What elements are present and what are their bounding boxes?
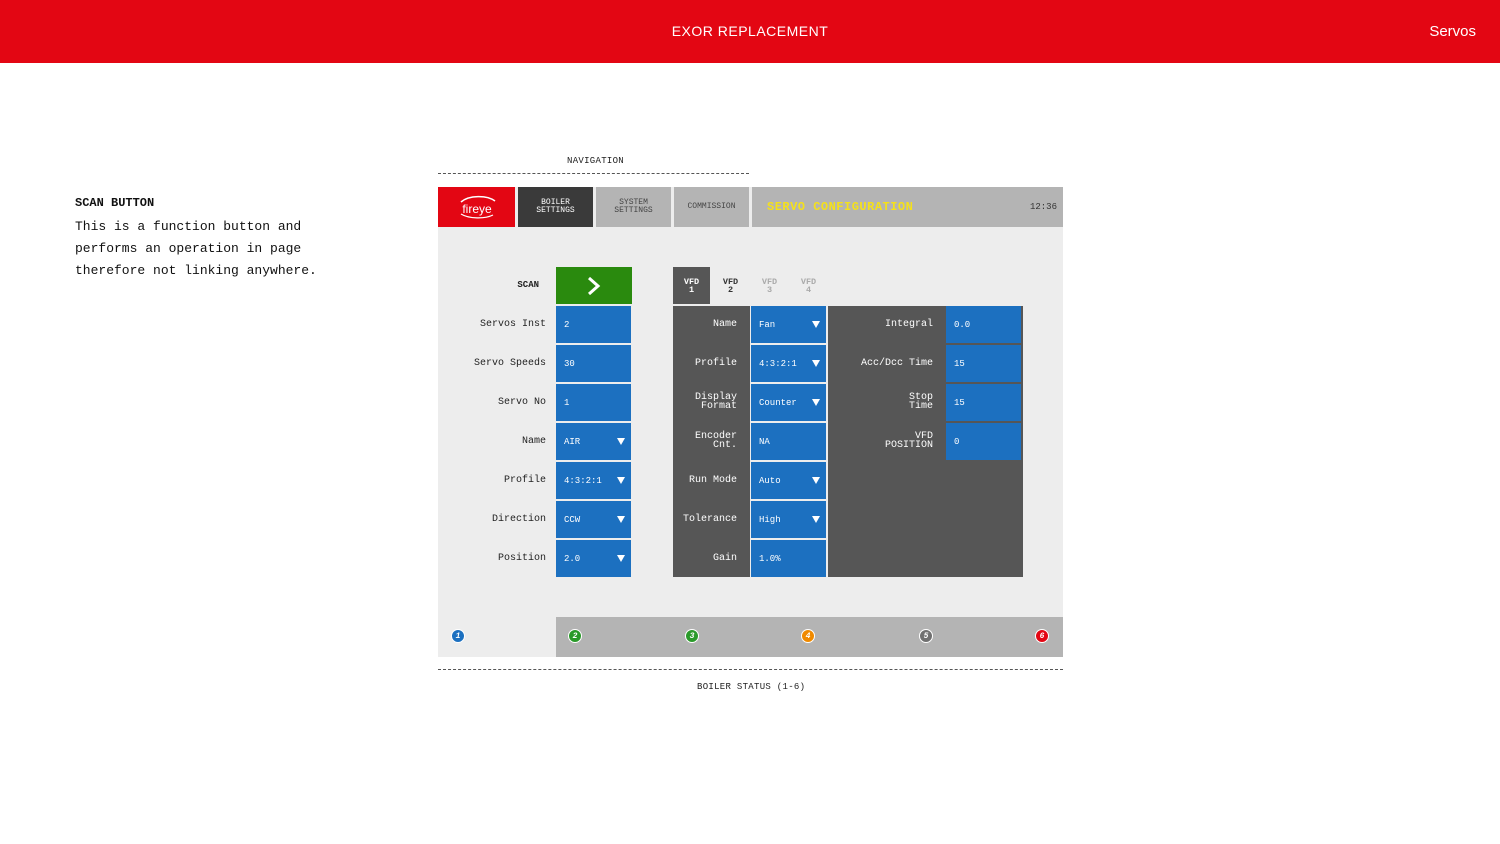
boiler-status-divider (438, 669, 1063, 670)
dropdown-arrow-icon (617, 555, 625, 562)
section-name: Servos (1429, 23, 1476, 40)
nav-system-settings[interactable]: SYSTEM SETTINGS (596, 187, 671, 227)
annotation-body: This is a function button and performs a… (75, 219, 317, 278)
boiler-status-5[interactable]: 5 (919, 629, 933, 643)
vfd-field-name[interactable]: Fan (751, 306, 826, 343)
fireye-logo-icon: fireye (459, 195, 495, 219)
vfd-field-label: Display Format (694, 392, 737, 412)
boiler-status-1[interactable]: 1 (451, 629, 465, 643)
dropdown-arrow-icon (617, 477, 625, 484)
navigation-divider (438, 173, 749, 174)
vfd-field-value: 4:3:2:1 (759, 358, 797, 369)
vfd-field-profile[interactable]: 4:3:2:1 (751, 345, 826, 382)
vfd-tab-3[interactable]: VFD 3 (751, 267, 788, 304)
boiler-status-4[interactable]: 4 (801, 629, 815, 643)
dropdown-arrow-icon (812, 321, 820, 328)
servo-field-servo-no[interactable]: 1 (556, 384, 631, 421)
page-title: EXOR REPLACEMENT (671, 23, 829, 39)
dropdown-arrow-icon (617, 438, 625, 445)
vfd-field-encoder-cnt[interactable]: NA (751, 423, 826, 460)
vfd-field-stop-time[interactable]: 15 (946, 384, 1021, 421)
nav-boiler-settings[interactable]: BOILER SETTINGS (518, 187, 593, 227)
vfd-tab-1[interactable]: VFD 1 (673, 267, 710, 304)
servo-field-value: 1 (564, 397, 570, 408)
vfd-field-label: Gain (712, 553, 737, 564)
boiler-status-2[interactable]: 2 (568, 629, 582, 643)
vfd-field-label: VFD POSITION (884, 431, 933, 451)
navigation-caption: NAVIGATION (567, 156, 625, 166)
vfd-field-value: 15 (954, 358, 965, 369)
servo-field-name[interactable]: AIR (556, 423, 631, 460)
top-header-bar: EXOR REPLACEMENT Servos (0, 0, 1500, 63)
servo-field-value: 2.0 (564, 553, 581, 564)
vfd-field-label: Name (712, 319, 737, 330)
servo-field-servos-inst[interactable]: 2 (556, 306, 631, 343)
vfd-field-label: Stop Time (908, 392, 933, 412)
servo-field-position[interactable]: 2.0 (556, 540, 631, 577)
vfd-tab-4[interactable]: VFD 4 (790, 267, 827, 304)
servo-field-label: Servo No (497, 397, 546, 408)
vfd-field-value: 0 (954, 436, 960, 447)
servo-field-value: 4:3:2:1 (564, 475, 602, 486)
servo-field-label: Position (497, 553, 546, 564)
boiler-status-caption: BOILER STATUS (1-6) (697, 682, 806, 692)
vfd-field-label: Profile (694, 358, 737, 369)
scan-label: SCAN (517, 280, 539, 290)
vfd-field-acc-dcc-time[interactable]: 15 (946, 345, 1021, 382)
vfd-field-value: NA (759, 436, 770, 447)
vfd-field-display-format[interactable]: Counter (751, 384, 826, 421)
servo-field-value: 30 (564, 358, 575, 369)
svg-text:fireye: fireye (462, 202, 492, 216)
vfd-tab-2[interactable]: VFD 2 (712, 267, 749, 304)
servo-field-label: Name (521, 436, 546, 447)
boiler-status-6[interactable]: 6 (1035, 629, 1049, 643)
clock: 12:36 (1029, 202, 1057, 212)
dropdown-arrow-icon (617, 516, 625, 523)
vfd-field-label: Run Mode (688, 475, 737, 486)
dropdown-arrow-icon (812, 477, 820, 484)
dropdown-arrow-icon (812, 399, 820, 406)
vfd-field-label: Tolerance (682, 514, 737, 525)
servo-field-label: Direction (491, 514, 546, 525)
servo-field-value: CCW (564, 514, 581, 525)
vfd-field-value: Counter (759, 397, 797, 408)
servo-field-servo-speeds[interactable]: 30 (556, 345, 631, 382)
vfd-field-value: Auto (759, 475, 781, 486)
boiler-status-3[interactable]: 3 (685, 629, 699, 643)
screen-title: SERVO CONFIGURATION (767, 200, 914, 214)
servo-field-profile[interactable]: 4:3:2:1 (556, 462, 631, 499)
vfd-field-label: Encoder Cnt. (694, 431, 737, 451)
vfd-field-run-mode[interactable]: Auto (751, 462, 826, 499)
scan-button[interactable] (556, 267, 632, 304)
vfd-field-label: Integral (884, 319, 933, 330)
fireye-logo[interactable]: fireye (438, 187, 515, 227)
vfd-field-integral[interactable]: 0.0 (946, 306, 1021, 343)
servo-field-label: Profile (503, 475, 546, 486)
vfd-field-tolerance[interactable]: High (751, 501, 826, 538)
vfd-field-gain[interactable]: 1.0% (751, 540, 826, 577)
vfd-field-value: 0.0 (954, 319, 971, 330)
annotation-title: SCAN BUTTON (75, 196, 155, 210)
servo-field-value: 2 (564, 319, 570, 330)
vfd-field-value: Fan (759, 319, 776, 330)
nav-commission[interactable]: COMMISSION (674, 187, 749, 227)
hmi-screen: fireye BOILER SETTINGS SYSTEM SETTINGS C… (438, 187, 1063, 657)
dropdown-arrow-icon (812, 360, 820, 367)
servo-field-label: Servos Inst (479, 319, 546, 330)
vfd-field-value: High (759, 514, 781, 525)
screen-header: SERVO CONFIGURATION 12:36 (752, 187, 1063, 227)
servo-field-direction[interactable]: CCW (556, 501, 631, 538)
vfd-field-value: 15 (954, 397, 965, 408)
vfd-field-vfd-position[interactable]: 0 (946, 423, 1021, 460)
servo-field-value: AIR (564, 436, 581, 447)
dropdown-arrow-icon (812, 516, 820, 523)
chevron-right-icon (588, 276, 601, 296)
vfd-field-value: 1.0% (759, 553, 781, 564)
servo-field-label: Servo Speeds (473, 358, 546, 369)
vfd-field-label: Acc/Dcc Time (860, 358, 933, 369)
